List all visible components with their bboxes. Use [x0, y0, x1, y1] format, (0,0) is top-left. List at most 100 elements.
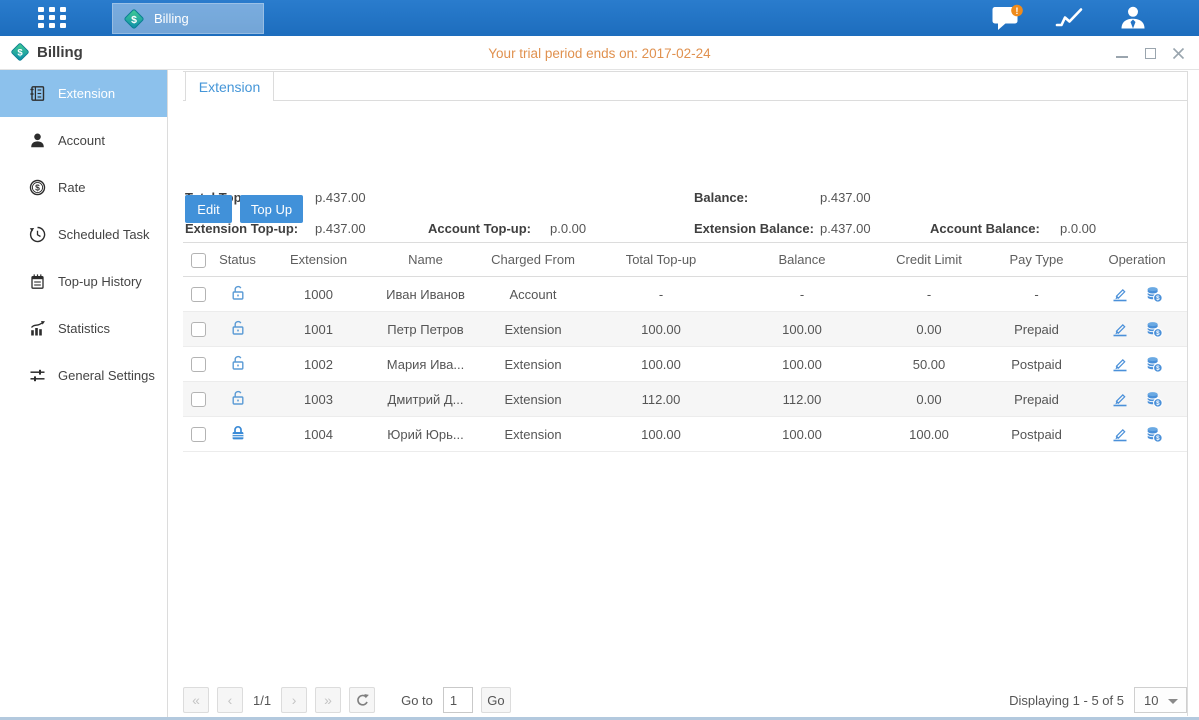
prev-page-button[interactable]: ‹ — [217, 687, 243, 713]
edit-pencil-icon[interactable] — [1111, 390, 1129, 408]
sidebar-item-scheduled-task[interactable]: Scheduled Task — [0, 211, 167, 258]
svg-text:$: $ — [1156, 295, 1160, 302]
svg-text:$: $ — [35, 183, 40, 193]
row-checkbox[interactable] — [191, 427, 206, 442]
balance-label: Balance: — [694, 190, 748, 205]
sidebar-item-statistics[interactable]: Statistics — [0, 305, 167, 352]
cell-pay-type: Prepaid — [986, 312, 1087, 347]
edit-button[interactable]: Edit — [185, 195, 232, 223]
sidebar-item-topup-history[interactable]: Top-up History — [0, 258, 167, 305]
table-row: 1003 Дмитрий Д... Extension 112.00 112.0… — [183, 382, 1187, 417]
sidebar-item-label: General Settings — [58, 368, 155, 383]
cell-credit-limit: - — [872, 277, 986, 312]
maximize-button[interactable] — [1143, 46, 1157, 60]
cell-charged-from: Extension — [476, 417, 590, 452]
cell-charged-from: Account — [476, 277, 590, 312]
cell-pay-type: Postpaid — [986, 347, 1087, 382]
account-topup-value: p.0.00 — [550, 221, 586, 236]
cell-balance: - — [732, 277, 872, 312]
lock-open-icon — [229, 284, 247, 302]
cell-pay-type: - — [986, 277, 1087, 312]
row-checkbox[interactable] — [191, 357, 206, 372]
sidebar-item-label: Rate — [58, 180, 85, 195]
table-row: 1002 Мария Ива... Extension 100.00 100.0… — [183, 347, 1187, 382]
minimize-icon — [1116, 56, 1128, 58]
cell-charged-from: Extension — [476, 347, 590, 382]
pagination-bar: « ‹ 1/1 › » Go to Go — [183, 686, 511, 714]
bar-chart-icon — [29, 320, 46, 337]
lock-open-icon — [229, 389, 247, 407]
close-button[interactable] — [1171, 46, 1185, 60]
cell-balance: 100.00 — [732, 312, 872, 347]
cell-total-topup: 100.00 — [590, 347, 732, 382]
cell-balance: 112.00 — [732, 382, 872, 417]
trial-notice: Your trial period ends on: 2017-02-24 — [0, 36, 1199, 70]
row-checkbox[interactable] — [191, 322, 206, 337]
col-credit-limit: Credit Limit — [872, 243, 986, 277]
cell-total-topup: 112.00 — [590, 382, 732, 417]
chevron-down-icon — [1168, 699, 1178, 704]
messages-icon[interactable]: ! — [991, 4, 1023, 32]
edit-pencil-icon[interactable] — [1111, 285, 1129, 303]
cell-total-topup: 100.00 — [590, 312, 732, 347]
page-size-select[interactable]: 10 — [1134, 687, 1187, 713]
goto-page-input[interactable] — [443, 687, 473, 713]
select-all-checkbox[interactable] — [191, 253, 206, 268]
status-lock-icon[interactable] — [229, 319, 247, 337]
minimize-button[interactable] — [1115, 46, 1129, 60]
top-up-coins-icon[interactable]: $ — [1145, 390, 1163, 408]
top-app-bar: $ Billing ! — [0, 0, 1199, 36]
go-button[interactable]: Go — [481, 687, 511, 713]
cell-extension: 1003 — [262, 382, 375, 417]
top-up-coins-icon[interactable]: $ — [1145, 355, 1163, 373]
cell-name: Юрий Юрь... — [375, 417, 476, 452]
top-up-coins-icon[interactable]: $ — [1145, 285, 1163, 303]
refresh-button[interactable] — [349, 687, 375, 713]
next-page-button[interactable]: › — [281, 687, 307, 713]
page-indicator: 1/1 — [253, 693, 271, 708]
cell-extension: 1000 — [262, 277, 375, 312]
sidebar-item-label: Account — [58, 133, 105, 148]
svg-text:$: $ — [17, 47, 23, 58]
resource-monitor-icon[interactable] — [1055, 4, 1087, 32]
edit-pencil-icon[interactable] — [1111, 355, 1129, 373]
row-checkbox[interactable] — [191, 392, 206, 407]
app-grid-icon[interactable] — [38, 7, 66, 29]
sidebar-item-rate[interactable]: $ Rate — [0, 164, 167, 211]
row-checkbox[interactable] — [191, 287, 206, 302]
status-lock-icon[interactable] — [229, 389, 247, 407]
edit-pencil-icon[interactable] — [1111, 425, 1129, 443]
status-lock-icon[interactable] — [229, 354, 247, 372]
topbar-tab-label: Billing — [154, 11, 189, 26]
status-lock-icon[interactable] — [229, 284, 247, 302]
col-pay-type: Pay Type — [986, 243, 1087, 277]
first-page-button[interactable]: « — [183, 687, 209, 713]
cell-credit-limit: 50.00 — [872, 347, 986, 382]
last-page-button[interactable]: » — [315, 687, 341, 713]
notification-badge: ! — [1015, 6, 1018, 17]
col-extension: Extension — [262, 243, 375, 277]
topbar-billing-tab[interactable]: $ Billing — [112, 3, 264, 34]
cell-charged-from: Extension — [476, 382, 590, 417]
notepad-icon — [29, 273, 46, 290]
sidebar-item-account[interactable]: Account — [0, 117, 167, 164]
cell-balance: 100.00 — [732, 347, 872, 382]
sliders-icon — [29, 367, 46, 384]
sidebar-item-general-settings[interactable]: General Settings — [0, 352, 167, 399]
tab-extension[interactable]: Extension — [185, 71, 274, 101]
top-up-coins-icon[interactable]: $ — [1145, 425, 1163, 443]
top-up-button[interactable]: Top Up — [240, 195, 303, 223]
edit-pencil-icon[interactable] — [1111, 320, 1129, 338]
extension-balance-label: Extension Balance: — [694, 221, 814, 236]
col-balance: Balance — [732, 243, 872, 277]
table-row: 1001 Петр Петров Extension 100.00 100.00… — [183, 312, 1187, 347]
sidebar-item-extension[interactable]: Extension — [0, 70, 167, 117]
status-lock-icon[interactable] — [229, 424, 247, 442]
tab-strip — [183, 71, 1187, 101]
user-account-icon[interactable] — [1119, 4, 1151, 32]
pagination-right: Displaying 1 - 5 of 5 10 — [1009, 686, 1187, 714]
svg-text:$: $ — [131, 13, 137, 25]
top-up-coins-icon[interactable]: $ — [1145, 320, 1163, 338]
cell-charged-from: Extension — [476, 312, 590, 347]
main-panel: Extension Total Top-up: p.437.00 Balance… — [168, 70, 1199, 720]
